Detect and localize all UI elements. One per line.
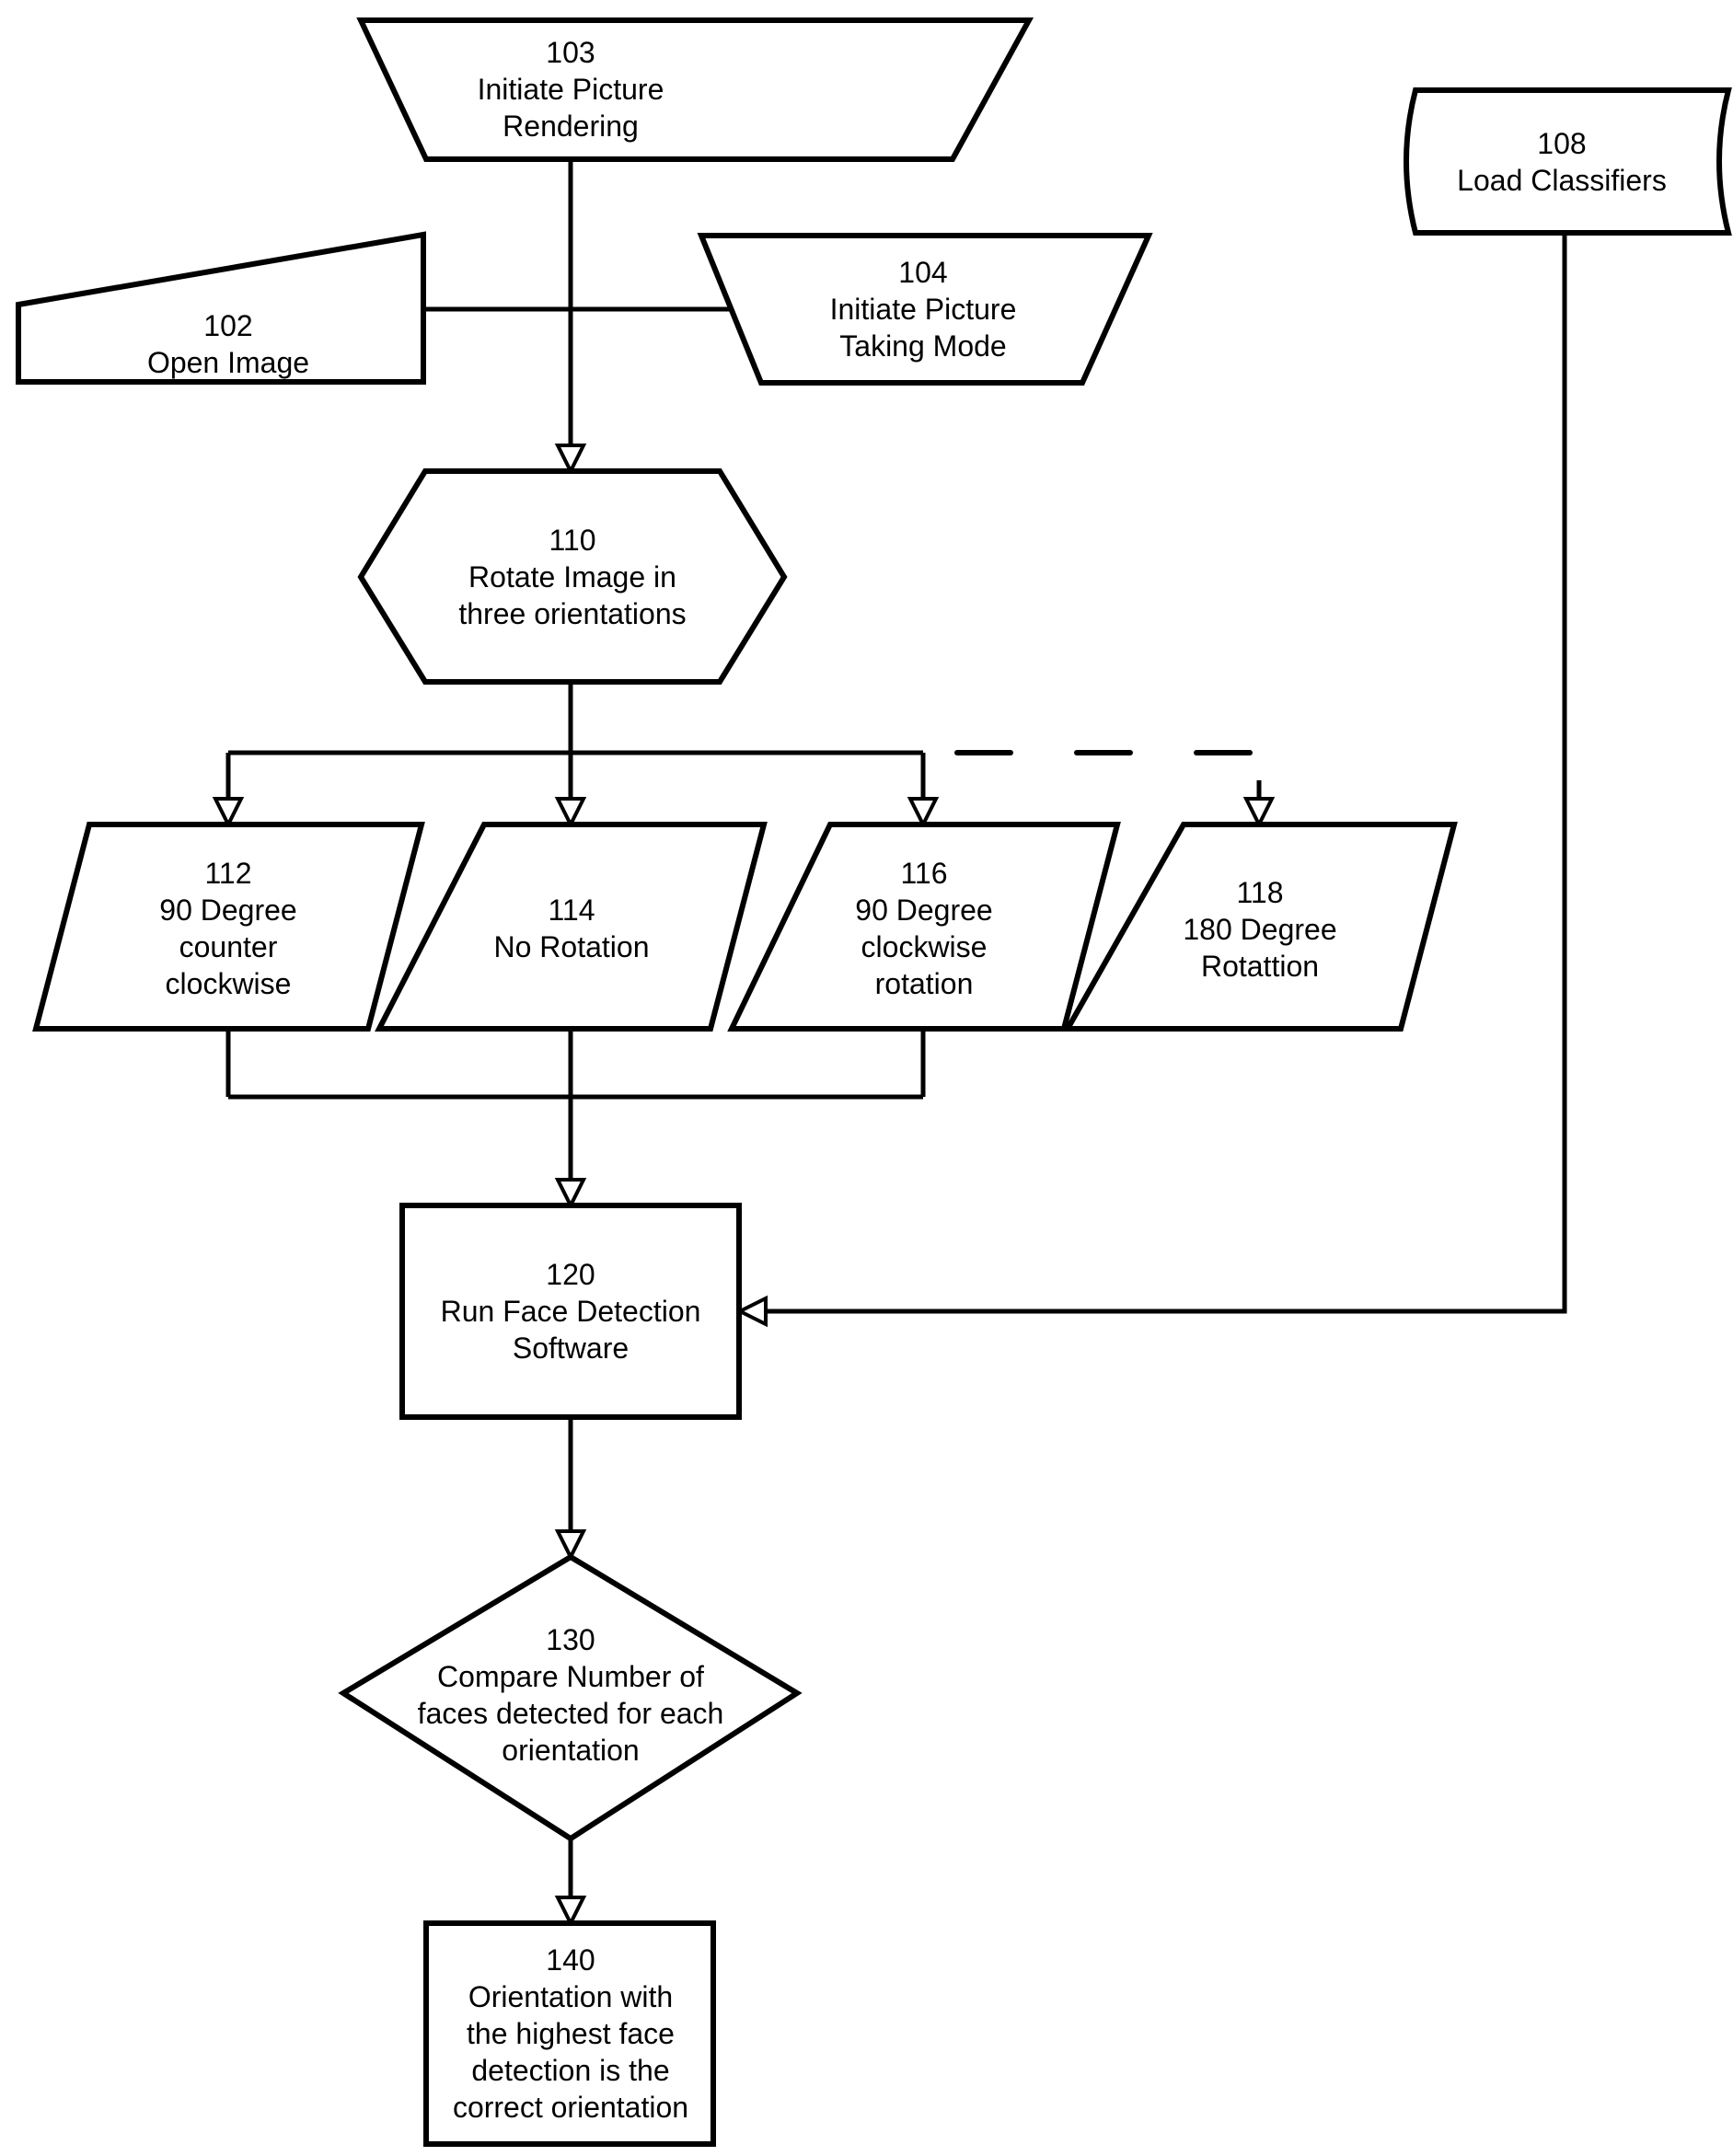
node-116-label: 116 90 Degree clockwise rotation <box>855 855 992 1002</box>
node-112-line-1: 90 Degree <box>159 894 297 927</box>
node-108-label: 108 Load Classifiers <box>1457 125 1667 199</box>
node-120-id: 120 <box>546 1258 595 1291</box>
node-140-line-4: correct orientation <box>452 2091 689 2124</box>
node-103-shape[interactable] <box>356 17 1034 162</box>
node-112-label: 112 90 Degree counter clockwise <box>159 855 296 1002</box>
node-120-line-1: Run Face Detection <box>440 1295 701 1328</box>
node-108-line-1: Load Classifiers <box>1457 164 1667 197</box>
arrowhead-into-118 <box>1242 797 1276 829</box>
node-120-line-2: Software <box>512 1332 630 1365</box>
node-102-line-1: Open Image <box>146 346 310 379</box>
arrowhead-into-116 <box>907 797 940 829</box>
node-118-label: 118 180 Degree Rotattion <box>1183 874 1336 985</box>
node-118-line-1: 180 Degree <box>1183 913 1337 946</box>
node-116-id: 116 <box>900 857 948 890</box>
node-103-label: 103 Initiate Picture Rendering <box>478 34 664 144</box>
node-116-line-3: rotation <box>874 967 974 1000</box>
node-116-line-2: clockwise <box>861 930 988 963</box>
node-112-id: 112 <box>204 857 252 890</box>
node-112-line-2: counter <box>179 930 278 963</box>
node-103-line-2: Rendering <box>503 110 639 143</box>
node-130-line-1: Compare Number of <box>437 1660 704 1693</box>
node-110-id: 110 <box>549 524 596 557</box>
arrowhead-into-120-top <box>554 1178 587 1210</box>
arrowhead-into-140 <box>554 1896 587 1928</box>
arrowhead-into-112 <box>212 797 245 829</box>
node-114-label: 114 No Rotation <box>494 892 650 965</box>
node-104-label: 104 Initiate Picture Taking Mode <box>830 254 1017 364</box>
node-110-label: 110 Rotate Image in three orientations <box>458 522 686 632</box>
node-102-id: 102 <box>203 309 253 342</box>
node-116-line-1: 90 Degree <box>855 894 993 927</box>
node-110-line-2: three orientations <box>458 597 687 630</box>
node-140-id: 140 <box>546 1943 595 1977</box>
node-130-line-2: faces detected for each <box>417 1697 724 1730</box>
node-102-label: 102 Open Image <box>147 307 309 381</box>
arrowhead-into-120-side <box>735 1295 768 1328</box>
node-103-id: 103 <box>546 36 595 69</box>
node-110-line-1: Rotate Image in <box>468 560 676 594</box>
node-118-line-2: Rotattion <box>1200 950 1320 983</box>
node-140-label: 140 Orientation with the highest face de… <box>453 1942 688 2126</box>
node-114-id: 114 <box>548 894 595 927</box>
node-104-line-1: Initiate Picture <box>829 293 1017 326</box>
node-108-id: 108 <box>1537 127 1587 160</box>
node-120-label: 120 Run Face Detection Software <box>441 1256 701 1366</box>
node-140-line-1: Orientation with <box>468 1980 674 2013</box>
node-103-line-1: Initiate Picture <box>477 73 664 106</box>
arrowhead-into-130 <box>554 1529 587 1562</box>
node-130-label: 130 Compare Number of faces detected for… <box>418 1621 724 1769</box>
node-130-line-3: orientation <box>502 1734 640 1767</box>
node-104-line-2: Taking Mode <box>839 329 1007 363</box>
node-118-id: 118 <box>1236 876 1284 909</box>
edge-108-to-120 <box>766 233 1567 1314</box>
node-112-line-3: clockwise <box>165 967 292 1000</box>
arrowhead-into-114 <box>554 797 587 829</box>
node-140-line-3: detection is the <box>471 2054 670 2087</box>
node-114-line-1: No Rotation <box>493 930 650 963</box>
node-140-line-2: the highest face <box>467 2017 675 2050</box>
arrowhead-into-110 <box>554 444 587 476</box>
node-130-id: 130 <box>546 1623 595 1656</box>
node-104-id: 104 <box>898 256 948 289</box>
